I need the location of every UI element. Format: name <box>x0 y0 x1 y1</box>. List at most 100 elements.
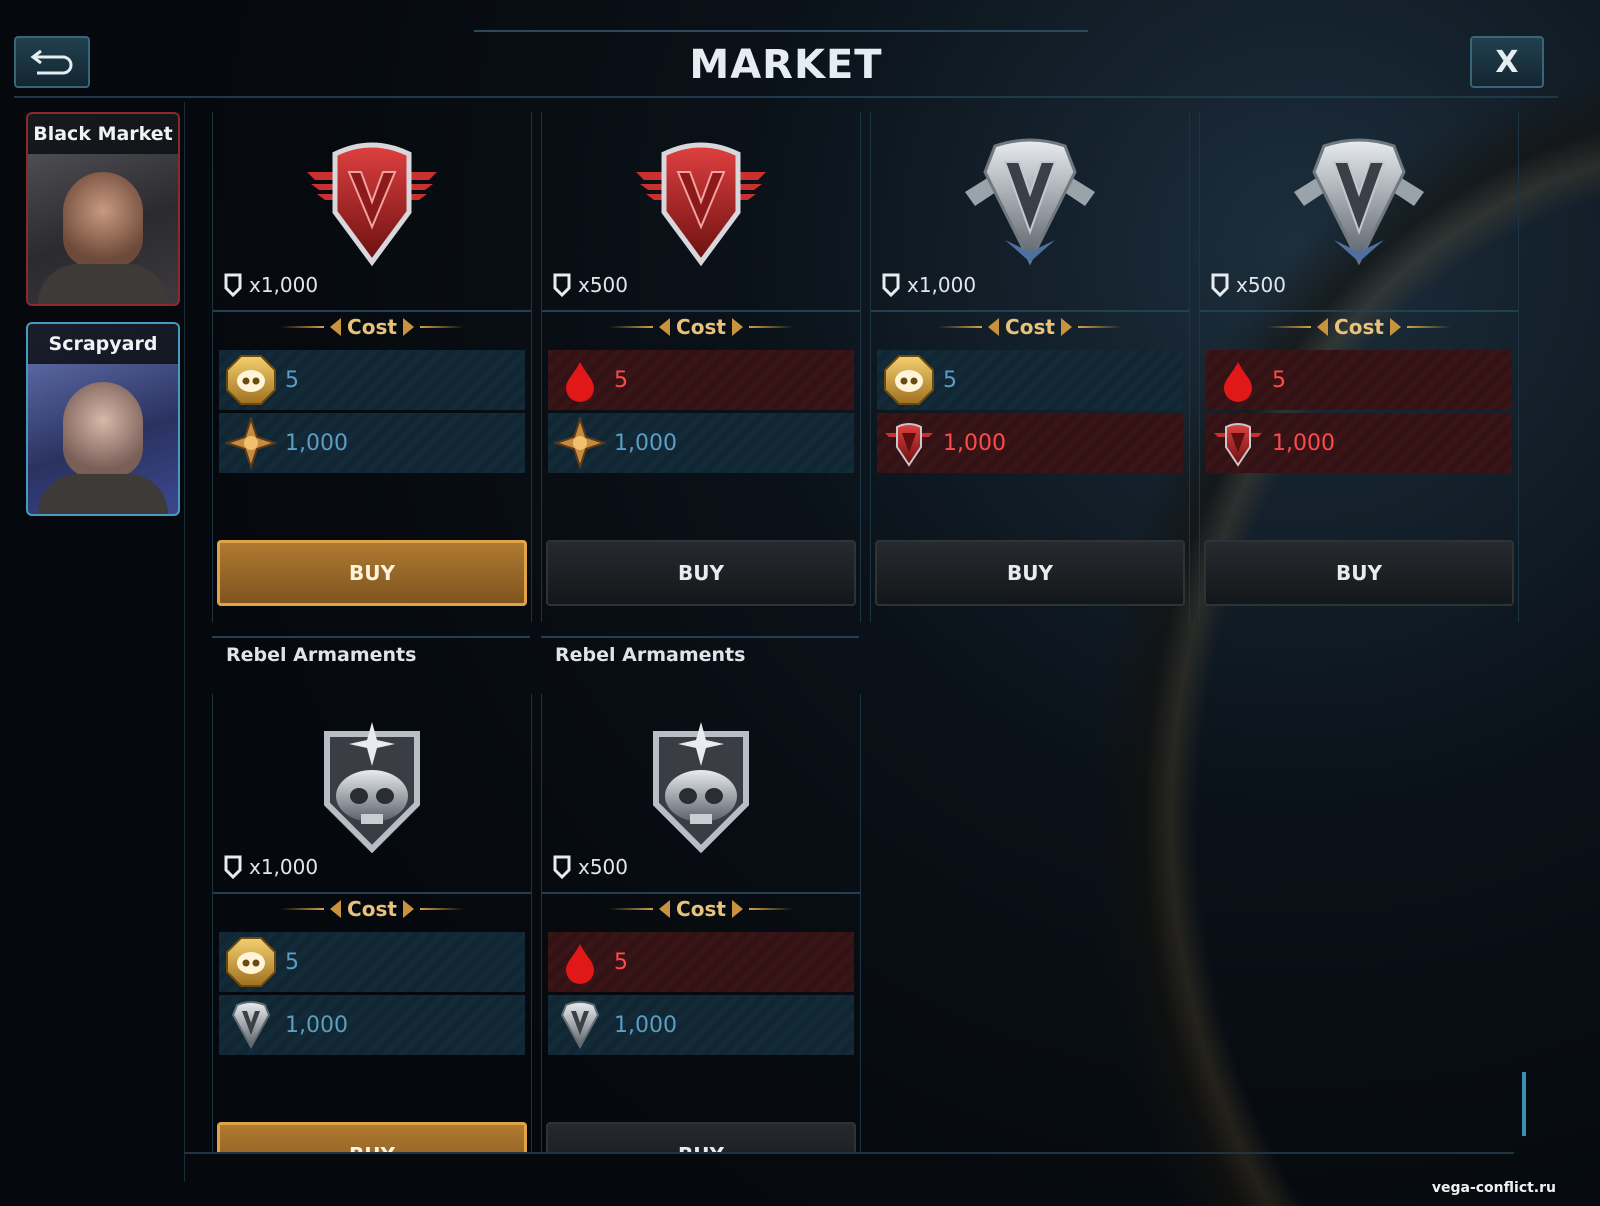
price-row: 5 <box>548 350 854 410</box>
close-button[interactable]: X <box>1470 36 1544 88</box>
star-badge-icon <box>225 417 277 469</box>
price-row: 5 <box>219 350 525 410</box>
cost-label: Cost <box>347 315 397 339</box>
silver-v-token-icon <box>554 999 606 1051</box>
quantity-label: x1,000 <box>249 855 319 879</box>
cost-label: Cost <box>1005 315 1055 339</box>
cost-header: Cost <box>213 894 531 924</box>
price-row: 5 <box>548 932 854 992</box>
shield-quantity-icon <box>224 273 242 298</box>
buy-button[interactable]: BUY <box>217 540 527 606</box>
quantity-label: x500 <box>578 273 629 297</box>
market-item-card[interactable]: x1,000 Cost 5 1,000 BUY <box>212 112 532 622</box>
cost-label: Cost <box>1334 315 1384 339</box>
price-value: 1,000 <box>614 1012 677 1038</box>
cost-header: Cost <box>542 894 860 924</box>
vendor-portrait <box>63 172 143 268</box>
cost-header: Cost <box>542 312 860 342</box>
item-quantity: x500 <box>552 854 628 880</box>
item-frame: x1,000 <box>213 112 531 312</box>
price-value: 1,000 <box>285 430 348 456</box>
skull-shield-emblem-icon <box>626 714 776 854</box>
cost-label: Cost <box>676 897 726 921</box>
quantity-label: x500 <box>1236 273 1287 297</box>
silver-v-token-icon <box>225 999 277 1051</box>
red-v-emblem-icon <box>297 132 447 272</box>
watermark: vega-conflict.ru <box>1431 1180 1556 1196</box>
shield-quantity-icon <box>553 855 571 880</box>
buy-button[interactable]: BUY <box>1204 540 1514 606</box>
buy-button[interactable]: BUY <box>875 540 1185 606</box>
buy-button[interactable]: BUY <box>546 1122 856 1152</box>
item-quantity: x1,000 <box>881 272 976 298</box>
price-value: 5 <box>943 367 957 393</box>
vendor-name: Black Market <box>28 114 178 154</box>
price-value: 5 <box>1272 367 1286 393</box>
vendor-sidebar: Black Market Scrapyard <box>14 102 185 1182</box>
red-v-token-icon <box>1212 417 1264 469</box>
buy-button[interactable]: BUY <box>217 1122 527 1152</box>
price-row: 5 <box>219 932 525 992</box>
item-quantity: x1,000 <box>223 272 318 298</box>
red-v-token-icon <box>883 417 935 469</box>
shield-quantity-icon <box>1211 273 1229 298</box>
blood-drop-icon <box>554 354 606 406</box>
price-value: 5 <box>285 949 299 975</box>
market-grid[interactable]: x1,000 Cost 5 1,000 BUY x500 Cost 5 1,00… <box>184 102 1544 1152</box>
quantity-label: x500 <box>578 855 629 879</box>
skull-coin-icon <box>225 936 277 988</box>
cost-header: Cost <box>871 312 1189 342</box>
back-button[interactable] <box>14 36 90 88</box>
shield-quantity-icon <box>882 273 900 298</box>
quantity-label: x1,000 <box>907 273 977 297</box>
market-item-card[interactable]: x1,000 Cost 5 1,000 BUY <box>212 694 532 1152</box>
skull-coin-icon <box>225 354 277 406</box>
item-frame: x1,000 <box>871 112 1189 312</box>
silver-v-emblem-icon <box>1284 132 1434 272</box>
quantity-label: x1,000 <box>249 273 319 297</box>
page-title: MARKET <box>689 42 883 88</box>
vendor-black-market[interactable]: Black Market <box>26 112 180 306</box>
vendor-portrait <box>63 382 143 478</box>
top-bar: MARKET X <box>14 28 1558 98</box>
item-quantity: x500 <box>1210 272 1286 298</box>
price-value: 5 <box>614 949 628 975</box>
price-row: 1,000 <box>1206 413 1512 473</box>
item-frame: x500 <box>542 112 860 312</box>
market-item-card[interactable]: x500 Cost 5 1,000 BUY <box>1199 112 1519 622</box>
market-item-card[interactable]: x1,000 Cost 5 1,000 BUY <box>870 112 1190 622</box>
skull-coin-icon <box>883 354 935 406</box>
market-item-card[interactable]: x500 Cost 5 1,000 BUY <box>541 112 861 622</box>
back-arrow-icon <box>30 49 73 75</box>
price-value: 5 <box>614 367 628 393</box>
price-row: 5 <box>877 350 1183 410</box>
buy-button[interactable]: BUY <box>546 540 856 606</box>
skull-shield-emblem-icon <box>297 714 447 854</box>
item-quantity: x500 <box>552 272 628 298</box>
cost-header: Cost <box>213 312 531 342</box>
price-row: 5 <box>1206 350 1512 410</box>
item-frame: x500 <box>1200 112 1518 312</box>
item-frame: x500 <box>542 694 860 894</box>
price-row: 1,000 <box>548 995 854 1055</box>
section-label-rebel-armaments: Rebel Armaments <box>212 636 530 666</box>
price-value: 5 <box>285 367 299 393</box>
price-row: 1,000 <box>219 413 525 473</box>
market-item-card[interactable]: x500 Cost 5 1,000 BUY <box>541 694 861 1152</box>
item-frame: x1,000 <box>213 694 531 894</box>
section-label-rebel-armaments: Rebel Armaments <box>541 636 859 666</box>
scrollbar[interactable] <box>1522 1072 1526 1136</box>
price-row: 1,000 <box>548 413 854 473</box>
price-value: 1,000 <box>943 430 1006 456</box>
vendor-name: Scrapyard <box>28 324 178 364</box>
star-badge-icon <box>554 417 606 469</box>
silver-v-emblem-icon <box>955 132 1105 272</box>
vendor-scrapyard[interactable]: Scrapyard <box>26 322 180 516</box>
shield-quantity-icon <box>553 273 571 298</box>
shield-quantity-icon <box>224 855 242 880</box>
red-v-emblem-icon <box>626 132 776 272</box>
item-quantity: x1,000 <box>223 854 318 880</box>
price-value: 1,000 <box>1272 430 1335 456</box>
blood-drop-icon <box>554 936 606 988</box>
price-row: 1,000 <box>877 413 1183 473</box>
